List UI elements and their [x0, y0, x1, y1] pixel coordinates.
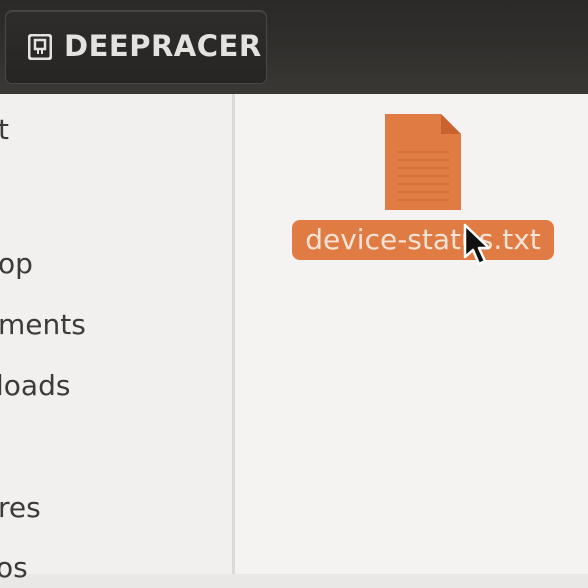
sidebar-item-label: loads [0, 369, 71, 402]
sidebar-item-videos[interactable]: os [0, 548, 28, 588]
drive-tab-deepracer[interactable]: DEEPRACER [5, 10, 267, 84]
top-bar: DEEPRACER [0, 0, 588, 94]
sidebar-item-label: res [0, 491, 41, 524]
sidebar-item-desktop[interactable]: op [0, 244, 33, 284]
file-view[interactable]: device-status.txt [235, 94, 588, 574]
drive-label: DEEPRACER [64, 29, 262, 63]
sidebar-item-pictures[interactable]: res [0, 488, 41, 528]
sidebar-item-label: op [0, 247, 33, 280]
sidebar-item-recent[interactable]: t [0, 110, 9, 150]
sidebar-item-downloads[interactable]: loads [0, 366, 70, 406]
places-sidebar: t op ments loads c res os [0, 94, 233, 584]
sidebar-item-label: ments [0, 308, 86, 341]
sidebar-item-music[interactable]: c [0, 427, 1, 467]
pointer-cursor-icon [463, 223, 491, 266]
file-name-label[interactable]: device-status.txt [292, 220, 554, 260]
drive-icon [28, 34, 52, 60]
sidebar-item-label: t [0, 113, 9, 146]
sidebar-item-label: os [0, 551, 28, 584]
text-file-icon [385, 114, 461, 210]
sidebar-item-documents[interactable]: ments [0, 305, 86, 345]
sidebar-item-label: c [0, 430, 1, 463]
